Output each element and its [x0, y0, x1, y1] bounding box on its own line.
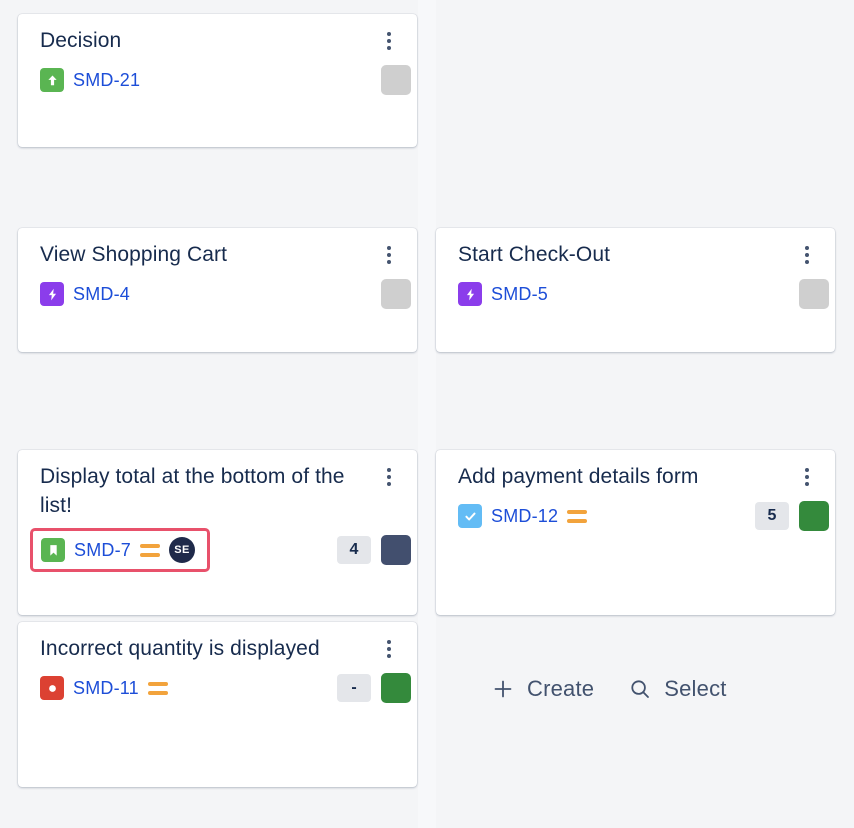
card-meta-group: SMD-21 — [40, 68, 140, 92]
board-column-left: Decision SMD-21 View — [0, 0, 418, 828]
card-smd-4[interactable]: View Shopping Cart SMD-4 — [18, 228, 417, 352]
status-chip[interactable] — [799, 279, 829, 309]
card-menu-icon[interactable] — [379, 244, 399, 266]
search-icon — [628, 677, 652, 701]
status-chip[interactable] — [381, 535, 411, 565]
estimate-chip[interactable]: 5 — [755, 502, 789, 530]
card-smd-11[interactable]: Incorrect quantity is displayed SMD-11 — [18, 622, 417, 787]
create-label: Create — [527, 676, 594, 702]
card-menu-icon[interactable] — [379, 466, 399, 488]
issue-key-link[interactable]: SMD-12 — [491, 506, 558, 527]
card-status-group — [381, 65, 411, 95]
issue-key-link[interactable]: SMD-4 — [73, 284, 130, 305]
card-status-group: 5 — [755, 501, 829, 531]
select-button[interactable]: Select — [628, 676, 726, 702]
card-footer: SMD-11 - — [40, 673, 403, 703]
estimate-chip[interactable]: - — [337, 674, 371, 702]
card-footer: SMD-5 — [458, 279, 821, 309]
medium-priority-icon — [140, 541, 160, 559]
card-meta-group: SMD-4 — [40, 282, 130, 306]
card-footer: SMD-7 SE 4 — [40, 530, 403, 570]
bug-circle-icon — [40, 676, 64, 700]
medium-priority-icon — [148, 679, 168, 697]
status-chip[interactable] — [381, 673, 411, 703]
card-title: Add payment details form — [458, 462, 821, 491]
card-title: View Shopping Cart — [40, 240, 403, 269]
board: Decision SMD-21 View — [0, 0, 854, 828]
card-status-group — [799, 279, 829, 309]
card-title: Decision — [40, 26, 403, 55]
estimate-chip[interactable]: 4 — [337, 536, 371, 564]
card-menu-icon[interactable] — [797, 466, 817, 488]
card-footer: SMD-21 — [40, 65, 403, 95]
card-smd-21[interactable]: Decision SMD-21 — [18, 14, 417, 147]
card-meta-group: SMD-11 — [40, 676, 168, 700]
status-chip[interactable] — [799, 501, 829, 531]
card-status-group — [381, 279, 411, 309]
create-button[interactable]: Create — [491, 676, 594, 702]
status-chip[interactable] — [381, 279, 411, 309]
board-column-right: Start Check-Out SMD-5 — [436, 0, 854, 828]
card-smd-5[interactable]: Start Check-Out SMD-5 — [436, 228, 835, 352]
medium-priority-icon — [567, 507, 587, 525]
card-title: Start Check-Out — [458, 240, 821, 269]
card-status-group: - — [337, 673, 411, 703]
card-meta-group-highlighted: SMD-7 SE — [30, 528, 210, 572]
select-label: Select — [664, 676, 726, 702]
card-smd-7[interactable]: Display total at the bottom of the list!… — [18, 450, 417, 615]
avatar[interactable]: SE — [169, 537, 195, 563]
column-actions: Create Select — [491, 676, 727, 702]
card-menu-icon[interactable] — [379, 638, 399, 660]
issue-key-link[interactable]: SMD-11 — [73, 678, 139, 699]
issue-key-link[interactable]: SMD-21 — [73, 70, 140, 91]
epic-lightning-icon — [40, 282, 64, 306]
card-smd-12[interactable]: Add payment details form SMD-12 — [436, 450, 835, 615]
card-status-group: 4 — [337, 535, 411, 565]
card-footer: SMD-12 5 — [458, 501, 821, 531]
card-footer: SMD-4 — [40, 279, 403, 309]
card-meta-group: SMD-5 — [458, 282, 548, 306]
issue-key-link[interactable]: SMD-7 — [74, 540, 131, 561]
card-menu-icon[interactable] — [797, 244, 817, 266]
issue-key-link[interactable]: SMD-5 — [491, 284, 548, 305]
plus-icon — [491, 677, 515, 701]
status-chip[interactable] — [381, 65, 411, 95]
task-check-icon — [458, 504, 482, 528]
story-bookmark-icon — [41, 538, 65, 562]
card-title: Incorrect quantity is displayed — [40, 634, 403, 663]
card-title: Display total at the bottom of the list! — [40, 462, 403, 520]
card-menu-icon[interactable] — [379, 30, 399, 52]
improvement-up-arrow-icon — [40, 68, 64, 92]
epic-lightning-icon — [458, 282, 482, 306]
card-meta-group: SMD-12 — [458, 504, 587, 528]
